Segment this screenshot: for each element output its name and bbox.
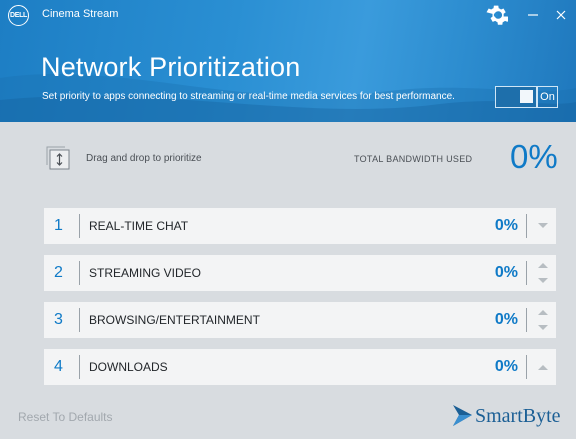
minimize-icon (528, 14, 538, 16)
toggle-knob (520, 90, 533, 103)
move-down-button[interactable] (536, 276, 550, 286)
priority-rank: 2 (54, 264, 63, 281)
move-up-button[interactable] (536, 307, 550, 317)
priority-row-downloads[interactable]: 4 DOWNLOADS 0% (44, 349, 556, 385)
close-icon (556, 10, 566, 20)
move-up-button[interactable] (536, 260, 550, 270)
smartbyte-brand-name: SmartByte (475, 405, 561, 427)
drag-hint-text: Drag and drop to prioritize (86, 153, 202, 164)
priority-percent: 0% (494, 311, 518, 328)
app-title: Cinema Stream (42, 8, 119, 20)
chevron-up-icon (538, 310, 548, 315)
toggle-state-label: On (537, 86, 558, 108)
header-banner: DELL Cinema Stream Network Prioritizatio… (0, 0, 576, 122)
priority-rank: 4 (54, 358, 63, 375)
move-down-button[interactable] (536, 221, 550, 231)
dell-logo: DELL (8, 5, 29, 26)
row-divider (526, 355, 527, 379)
move-down-button[interactable] (536, 323, 550, 333)
priority-rank: 1 (54, 217, 63, 234)
chevron-down-icon (538, 325, 548, 330)
reset-to-defaults-link[interactable]: Reset To Defaults (18, 410, 113, 424)
page-title: Network Prioritization (41, 52, 301, 82)
row-divider (79, 261, 80, 285)
priority-row-real-time-chat[interactable]: 1 REAL-TIME CHAT 0% (44, 208, 556, 244)
total-bandwidth-value: 0% (510, 138, 558, 175)
priority-name: DOWNLOADS (89, 360, 168, 374)
gear-icon[interactable] (484, 3, 508, 27)
prioritization-toggle[interactable] (495, 86, 537, 108)
priority-percent: 0% (494, 217, 518, 234)
close-button[interactable] (551, 5, 571, 25)
row-divider (526, 308, 527, 332)
chevron-down-icon (538, 223, 548, 228)
row-divider (526, 261, 527, 285)
move-up-button[interactable] (536, 362, 550, 372)
row-divider (79, 355, 80, 379)
chevron-up-icon (538, 263, 548, 268)
priority-name: REAL-TIME CHAT (89, 219, 189, 233)
priority-percent: 0% (494, 264, 518, 281)
chevron-down-icon (538, 278, 548, 283)
priority-row-browsing-entertainment[interactable]: 3 BROWSING/ENTERTAINMENT 0% (44, 302, 556, 338)
priority-row-streaming-video[interactable]: 2 STREAMING VIDEO 0% (44, 255, 556, 291)
row-divider (526, 214, 527, 238)
priority-name: STREAMING VIDEO (89, 266, 202, 280)
priority-name: BROWSING/ENTERTAINMENT (89, 313, 260, 327)
row-divider (79, 308, 80, 332)
priority-percent: 0% (494, 358, 518, 375)
row-divider (79, 214, 80, 238)
minimize-button[interactable] (523, 5, 543, 25)
page-subtitle: Set priority to apps connecting to strea… (42, 91, 455, 102)
drag-drop-icon (46, 146, 70, 170)
priority-rank: 3 (54, 311, 63, 328)
total-bandwidth-label: TOTAL BANDWIDTH USED (354, 154, 473, 164)
chevron-up-icon (538, 365, 548, 370)
